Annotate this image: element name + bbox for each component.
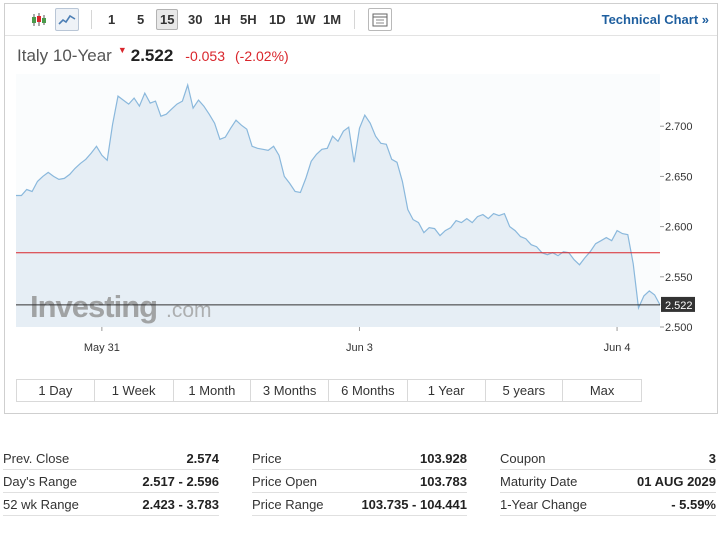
stat-value: 103.735 - 104.441 bbox=[361, 497, 467, 512]
last-price-tag-label: 2.522 bbox=[665, 300, 693, 312]
stat-row: Coupon 3 bbox=[500, 448, 716, 470]
stat-label: Prev. Close bbox=[3, 451, 70, 466]
stat-label: Price Open bbox=[252, 474, 318, 489]
y-tick-label: 2.650 bbox=[665, 171, 693, 183]
stat-row: 52 wk Range 2.423 - 3.783 bbox=[3, 494, 219, 516]
x-axis: May 31 Jun 3 Jun 4 bbox=[84, 327, 631, 354]
range-1-year[interactable]: 1 Year bbox=[408, 380, 486, 401]
stat-label: Price bbox=[252, 451, 282, 466]
last-price-tag: 2.522 bbox=[661, 296, 695, 312]
stat-label: Day's Range bbox=[3, 474, 78, 489]
stat-label: Coupon bbox=[500, 451, 546, 466]
range-6-months[interactable]: 6 Months bbox=[329, 380, 408, 401]
y-tick-label: 2.600 bbox=[665, 222, 693, 234]
range-1-month[interactable]: 1 Month bbox=[174, 380, 252, 401]
y-tick-label: 2.700 bbox=[665, 121, 693, 133]
range-3-months[interactable]: 3 Months bbox=[251, 380, 329, 401]
range-1-day[interactable]: 1 Day bbox=[17, 380, 95, 401]
y-tick-label: 2.550 bbox=[665, 272, 693, 284]
stat-row: Price Open 103.783 bbox=[252, 471, 467, 493]
x-tick-label: May 31 bbox=[84, 342, 120, 354]
stat-label: 52 wk Range bbox=[3, 497, 79, 512]
stat-row: Price Range 103.735 - 104.441 bbox=[252, 494, 467, 516]
stat-row: 1-Year Change - 5.59% bbox=[500, 494, 716, 516]
stat-value: 01 AUG 2029 bbox=[636, 474, 716, 489]
stat-value: 103.783 bbox=[420, 474, 467, 489]
range-5-years[interactable]: 5 years bbox=[486, 380, 564, 401]
range-1-week[interactable]: 1 Week bbox=[95, 380, 174, 401]
range-max[interactable]: Max bbox=[563, 380, 641, 401]
stat-value: 3 bbox=[708, 451, 716, 466]
stat-row: Price 103.928 bbox=[252, 448, 467, 470]
chart-widget: 1 5 15 30 1H 5H 1D 1W 1M Technical Chart » Italy… bbox=[4, 3, 718, 414]
watermark-suffix: .com bbox=[166, 299, 212, 322]
stat-label: 1-Year Change bbox=[500, 497, 587, 512]
stat-value: 2.517 - 2.596 bbox=[142, 474, 219, 489]
stat-row: Day's Range 2.517 - 2.596 bbox=[3, 471, 219, 493]
stat-row: Maturity Date 01 AUG 2029 bbox=[500, 471, 716, 493]
stat-value: - 5.59% bbox=[671, 497, 716, 512]
stat-label: Maturity Date bbox=[500, 474, 578, 489]
watermark-brand: Investing bbox=[30, 289, 157, 324]
stat-value: 2.423 - 3.783 bbox=[142, 497, 219, 512]
stat-value: 103.928 bbox=[420, 451, 467, 466]
x-tick-label: Jun 4 bbox=[604, 342, 631, 354]
stat-label: Price Range bbox=[252, 497, 324, 512]
stat-row: Prev. Close 2.574 bbox=[3, 448, 219, 470]
y-tick-label: 2.500 bbox=[665, 322, 693, 334]
stat-value: 2.574 bbox=[186, 451, 219, 466]
x-tick-label: Jun 3 bbox=[346, 342, 373, 354]
time-range-selector: 1 Day 1 Week 1 Month 3 Months 6 Months 1 Year… bbox=[16, 379, 642, 402]
price-chart[interactable]: 2.500 2.550 2.600 2.650 2.700 May 31 Jun 3 Jun… bbox=[5, 4, 717, 369]
